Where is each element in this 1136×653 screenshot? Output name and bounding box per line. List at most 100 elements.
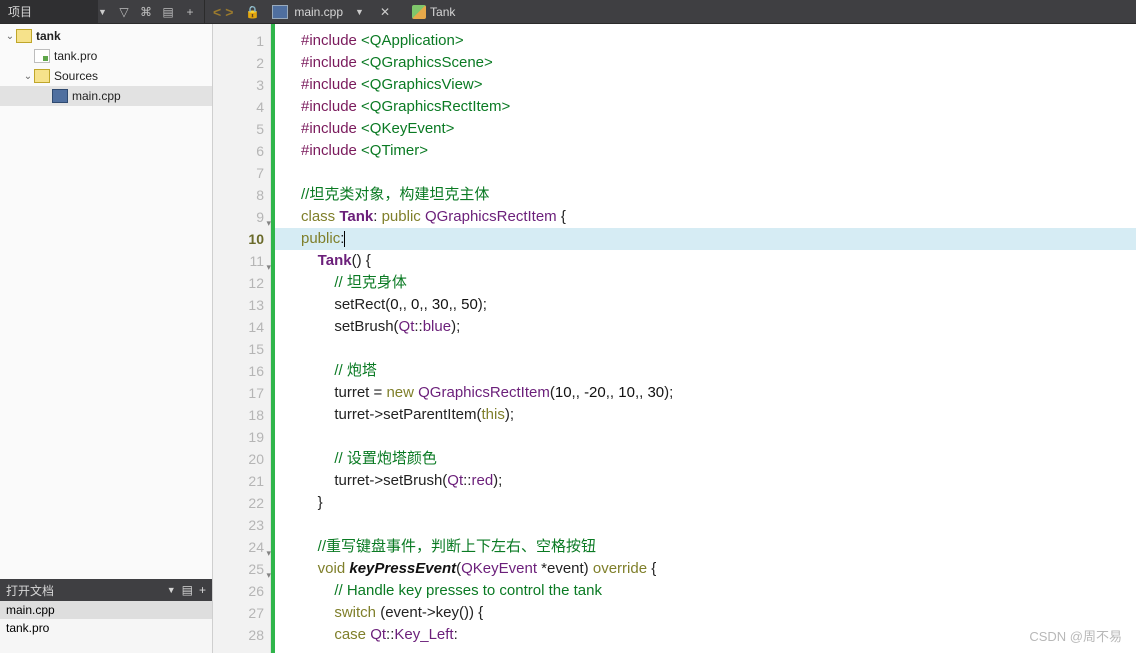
gutter-line: 19 bbox=[213, 426, 270, 448]
text-cursor bbox=[344, 231, 345, 247]
code-line[interactable]: // 炮塔 bbox=[275, 360, 1136, 382]
code-line[interactable]: //重写键盘事件，判断上下左右、空格按钮 bbox=[275, 536, 1136, 558]
gutter-line: 27 bbox=[213, 602, 270, 624]
gutter-line: 1 bbox=[213, 30, 270, 52]
fold-icon[interactable]: ▾ bbox=[263, 256, 271, 264]
expand-icon[interactable]: ⌄ bbox=[22, 71, 34, 82]
code-line[interactable] bbox=[275, 426, 1136, 448]
open-docs-header: 打开文档 ▼ ▤ + bbox=[0, 579, 212, 601]
tab-dropdown-icon[interactable]: ▼ bbox=[349, 7, 370, 17]
code-line[interactable]: // 设置炮塔颜色 bbox=[275, 448, 1136, 470]
code-line[interactable]: setRect(0,, 0,, 30,, 50); bbox=[275, 294, 1136, 316]
gutter-line: 14 bbox=[213, 316, 270, 338]
nav-arrows: < > bbox=[205, 4, 241, 20]
open-doc-item[interactable]: tank.pro bbox=[0, 619, 212, 637]
open-doc-label: tank.pro bbox=[6, 621, 49, 635]
gutter-line: 16 bbox=[213, 360, 270, 382]
top-toolbar: 项目 ▼ ▽ ⌘ ▤ + < > 🔒 main.cpp ▼ ✕ Tank bbox=[0, 0, 1136, 24]
nav-back-icon[interactable]: < bbox=[213, 4, 221, 20]
project-toolbar-icons: ▽ ⌘ ▤ + bbox=[110, 4, 204, 20]
gutter-line: 20 bbox=[213, 448, 270, 470]
gutter-line: 5 bbox=[213, 118, 270, 140]
cpp-file-icon bbox=[52, 89, 68, 103]
tree-row-sources[interactable]: ⌄ Sources bbox=[0, 66, 212, 86]
lock-icon[interactable]: 🔒 bbox=[241, 5, 264, 19]
open-docs-title: 打开文档 bbox=[6, 582, 54, 599]
gutter-line: 4 bbox=[213, 96, 270, 118]
fold-icon[interactable]: ▾ bbox=[263, 212, 271, 220]
tree-label: tank bbox=[36, 29, 61, 43]
project-sidebar: ⌄ tank tank.pro ⌄ Sources bbox=[0, 24, 213, 653]
editor-tab-filename: main.cpp bbox=[294, 5, 343, 19]
context-selector[interactable]: Tank bbox=[402, 5, 455, 19]
gutter-line: 13 bbox=[213, 294, 270, 316]
tree-row-profile[interactable]: tank.pro bbox=[0, 46, 212, 66]
open-docs-list[interactable]: main.cpp tank.pro bbox=[0, 601, 212, 653]
code-line[interactable]: turret->setParentItem(this); bbox=[275, 404, 1136, 426]
code-line[interactable]: turret->setBrush(Qt::red); bbox=[275, 470, 1136, 492]
code-line[interactable]: #include <QGraphicsView> bbox=[275, 74, 1136, 96]
open-docs-split-icon[interactable]: ▤ bbox=[182, 583, 193, 597]
nav-forward-icon[interactable]: > bbox=[225, 4, 233, 20]
add-icon[interactable]: + bbox=[182, 4, 198, 20]
code-line[interactable]: #include <QGraphicsRectItem> bbox=[275, 96, 1136, 118]
tree-label: Sources bbox=[54, 69, 98, 83]
filter-icon[interactable]: ▽ bbox=[116, 4, 132, 20]
code-line[interactable] bbox=[275, 162, 1136, 184]
code-editor[interactable]: 123456789▾1011▾1213141516171819202122232… bbox=[213, 24, 1136, 653]
gutter-line: 15 bbox=[213, 338, 270, 360]
gutter-line: 6 bbox=[213, 140, 270, 162]
code-line[interactable]: #include <QKeyEvent> bbox=[275, 118, 1136, 140]
code-line[interactable]: void keyPressEvent(QKeyEvent *event) ove… bbox=[275, 558, 1136, 580]
code-line[interactable]: setBrush(Qt::blue); bbox=[275, 316, 1136, 338]
code-line[interactable]: // 坦克身体 bbox=[275, 272, 1136, 294]
gutter-line: 24▾ bbox=[213, 536, 270, 558]
code-line[interactable]: } bbox=[275, 492, 1136, 514]
code-line[interactable] bbox=[275, 338, 1136, 360]
fold-icon[interactable]: ▾ bbox=[263, 542, 271, 550]
fold-icon[interactable]: ▾ bbox=[263, 564, 271, 572]
code-line[interactable]: Tank() { bbox=[275, 250, 1136, 272]
gutter-line: 17 bbox=[213, 382, 270, 404]
code-line[interactable]: //坦克类对象，构建坦克主体 bbox=[275, 184, 1136, 206]
gutter-line: 25▾ bbox=[213, 558, 270, 580]
tree-row-main-cpp[interactable]: main.cpp bbox=[0, 86, 212, 106]
tab-close-icon[interactable]: ✕ bbox=[376, 5, 394, 19]
code-line[interactable]: // Handle key presses to control the tan… bbox=[275, 580, 1136, 602]
open-doc-label: main.cpp bbox=[6, 603, 55, 617]
code-area[interactable]: #include <QApplication>#include <QGraphi… bbox=[275, 24, 1136, 653]
gutter-line: 2 bbox=[213, 52, 270, 74]
gutter-line: 10 bbox=[213, 228, 270, 250]
tree-row-project[interactable]: ⌄ tank bbox=[0, 26, 212, 46]
code-line[interactable]: turret = new QGraphicsRectItem(10,, -20,… bbox=[275, 382, 1136, 404]
gutter-line: 9▾ bbox=[213, 206, 270, 228]
code-line[interactable]: #include <QTimer> bbox=[275, 140, 1136, 162]
gutter: 123456789▾1011▾1213141516171819202122232… bbox=[213, 24, 271, 653]
gutter-line: 22 bbox=[213, 492, 270, 514]
gutter-line: 7 bbox=[213, 162, 270, 184]
pro-file-icon bbox=[34, 49, 50, 63]
open-doc-item[interactable]: main.cpp bbox=[0, 601, 212, 619]
project-panel-dropdown-icon[interactable]: ▼ bbox=[98, 7, 110, 17]
project-panel-label: 项目 bbox=[8, 3, 32, 20]
code-line[interactable]: class Tank: public QGraphicsRectItem { bbox=[275, 206, 1136, 228]
code-line[interactable] bbox=[275, 514, 1136, 536]
code-line[interactable]: case Qt::Key_Left: bbox=[275, 624, 1136, 646]
code-line[interactable]: #include <QGraphicsScene> bbox=[275, 52, 1136, 74]
expand-icon[interactable]: ⌄ bbox=[4, 31, 16, 42]
editor-tab-main[interactable]: main.cpp ▼ ✕ bbox=[264, 0, 402, 23]
project-tree[interactable]: ⌄ tank tank.pro ⌄ Sources bbox=[0, 24, 212, 579]
project-panel-title: 项目 bbox=[0, 0, 98, 23]
open-docs-add-icon[interactable]: + bbox=[199, 583, 206, 597]
gutter-line: 23 bbox=[213, 514, 270, 536]
open-docs-dropdown-icon[interactable]: ▼ bbox=[167, 585, 176, 595]
context-label: Tank bbox=[430, 5, 455, 19]
tree-label: main.cpp bbox=[72, 89, 121, 103]
split-icon[interactable]: ▤ bbox=[160, 4, 176, 20]
link-icon[interactable]: ⌘ bbox=[138, 4, 154, 20]
code-line[interactable]: public: bbox=[275, 228, 1136, 250]
code-line[interactable]: switch (event->key()) { bbox=[275, 602, 1136, 624]
context-icon bbox=[412, 5, 426, 19]
gutter-line: 8 bbox=[213, 184, 270, 206]
code-line[interactable]: #include <QApplication> bbox=[275, 30, 1136, 52]
